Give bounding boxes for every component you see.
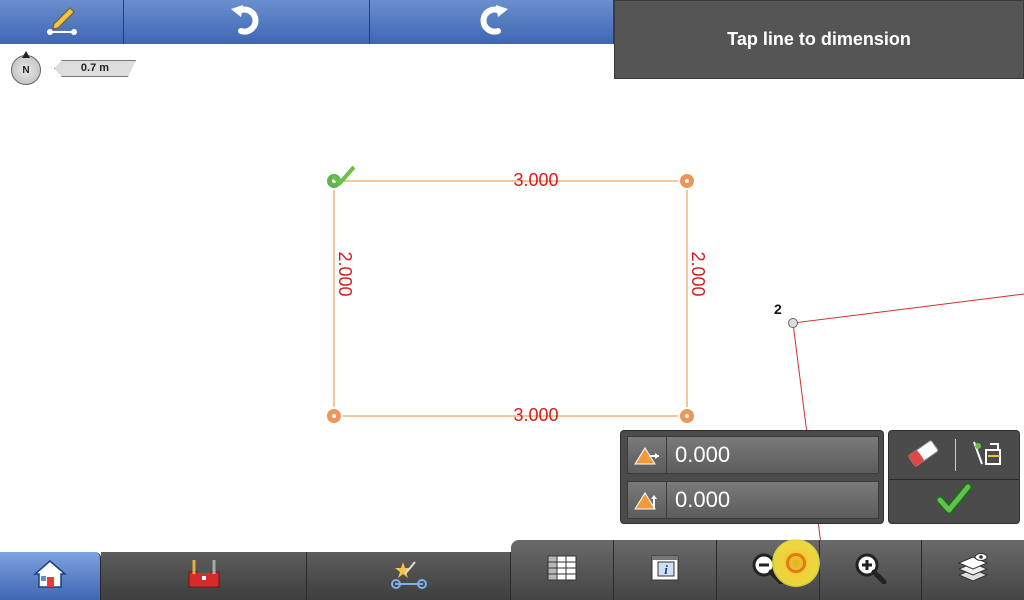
snap-tool-icon [970,438,1004,473]
dimension-top[interactable]: 3.000 [513,170,558,190]
tab-home[interactable] [0,552,101,600]
info-icon: i [649,553,681,588]
action-divider [955,439,956,471]
erase-button[interactable] [893,434,953,476]
layers-icon [955,551,991,590]
home-icon [32,559,68,594]
info-button[interactable]: i [614,540,717,600]
vertex-bottom-left[interactable] [325,407,343,425]
dimension-bottom[interactable]: 3.000 [513,405,558,425]
eraser-icon [906,438,940,473]
north-offset-value: 0.000 [675,442,731,467]
east-offset-value: 0.000 [675,487,731,512]
vertex-bottom-right[interactable] [678,407,696,425]
touch-indicator-ring [786,553,806,573]
grid-icon [546,554,578,587]
offset-entry-panel: 0.000 0.000 [620,430,884,524]
svg-text:i: i [664,562,668,577]
zoom-in-icon [854,552,888,589]
survey-point[interactable] [788,318,798,328]
zoom-in-button[interactable] [820,540,922,600]
offset-right-icon [628,437,667,473]
checkmark-icon [936,482,972,520]
action-panel [888,430,1020,524]
toolbox-icon [186,558,222,595]
action-row-divider [889,479,1019,480]
snap-tool-button[interactable] [957,434,1017,476]
survey-point-label: 2 [774,301,782,317]
tab-cogo[interactable] [307,552,511,600]
layers-button[interactable] [922,540,1024,600]
north-offset-field[interactable]: 0.000 [627,436,879,474]
accept-button[interactable] [893,481,1015,521]
table-view-button[interactable] [511,540,614,600]
vertex-start[interactable] [325,165,356,190]
cogo-icon [390,558,427,595]
offset-up-icon [628,482,667,518]
vertex-top-right[interactable] [678,172,696,190]
dimension-right[interactable]: 2.000 [688,251,708,296]
building-outline[interactable] [333,180,688,417]
tab-toolbox[interactable] [101,552,307,600]
dimension-left[interactable]: 2.000 [335,251,355,296]
east-offset-field[interactable]: 0.000 [627,481,879,519]
